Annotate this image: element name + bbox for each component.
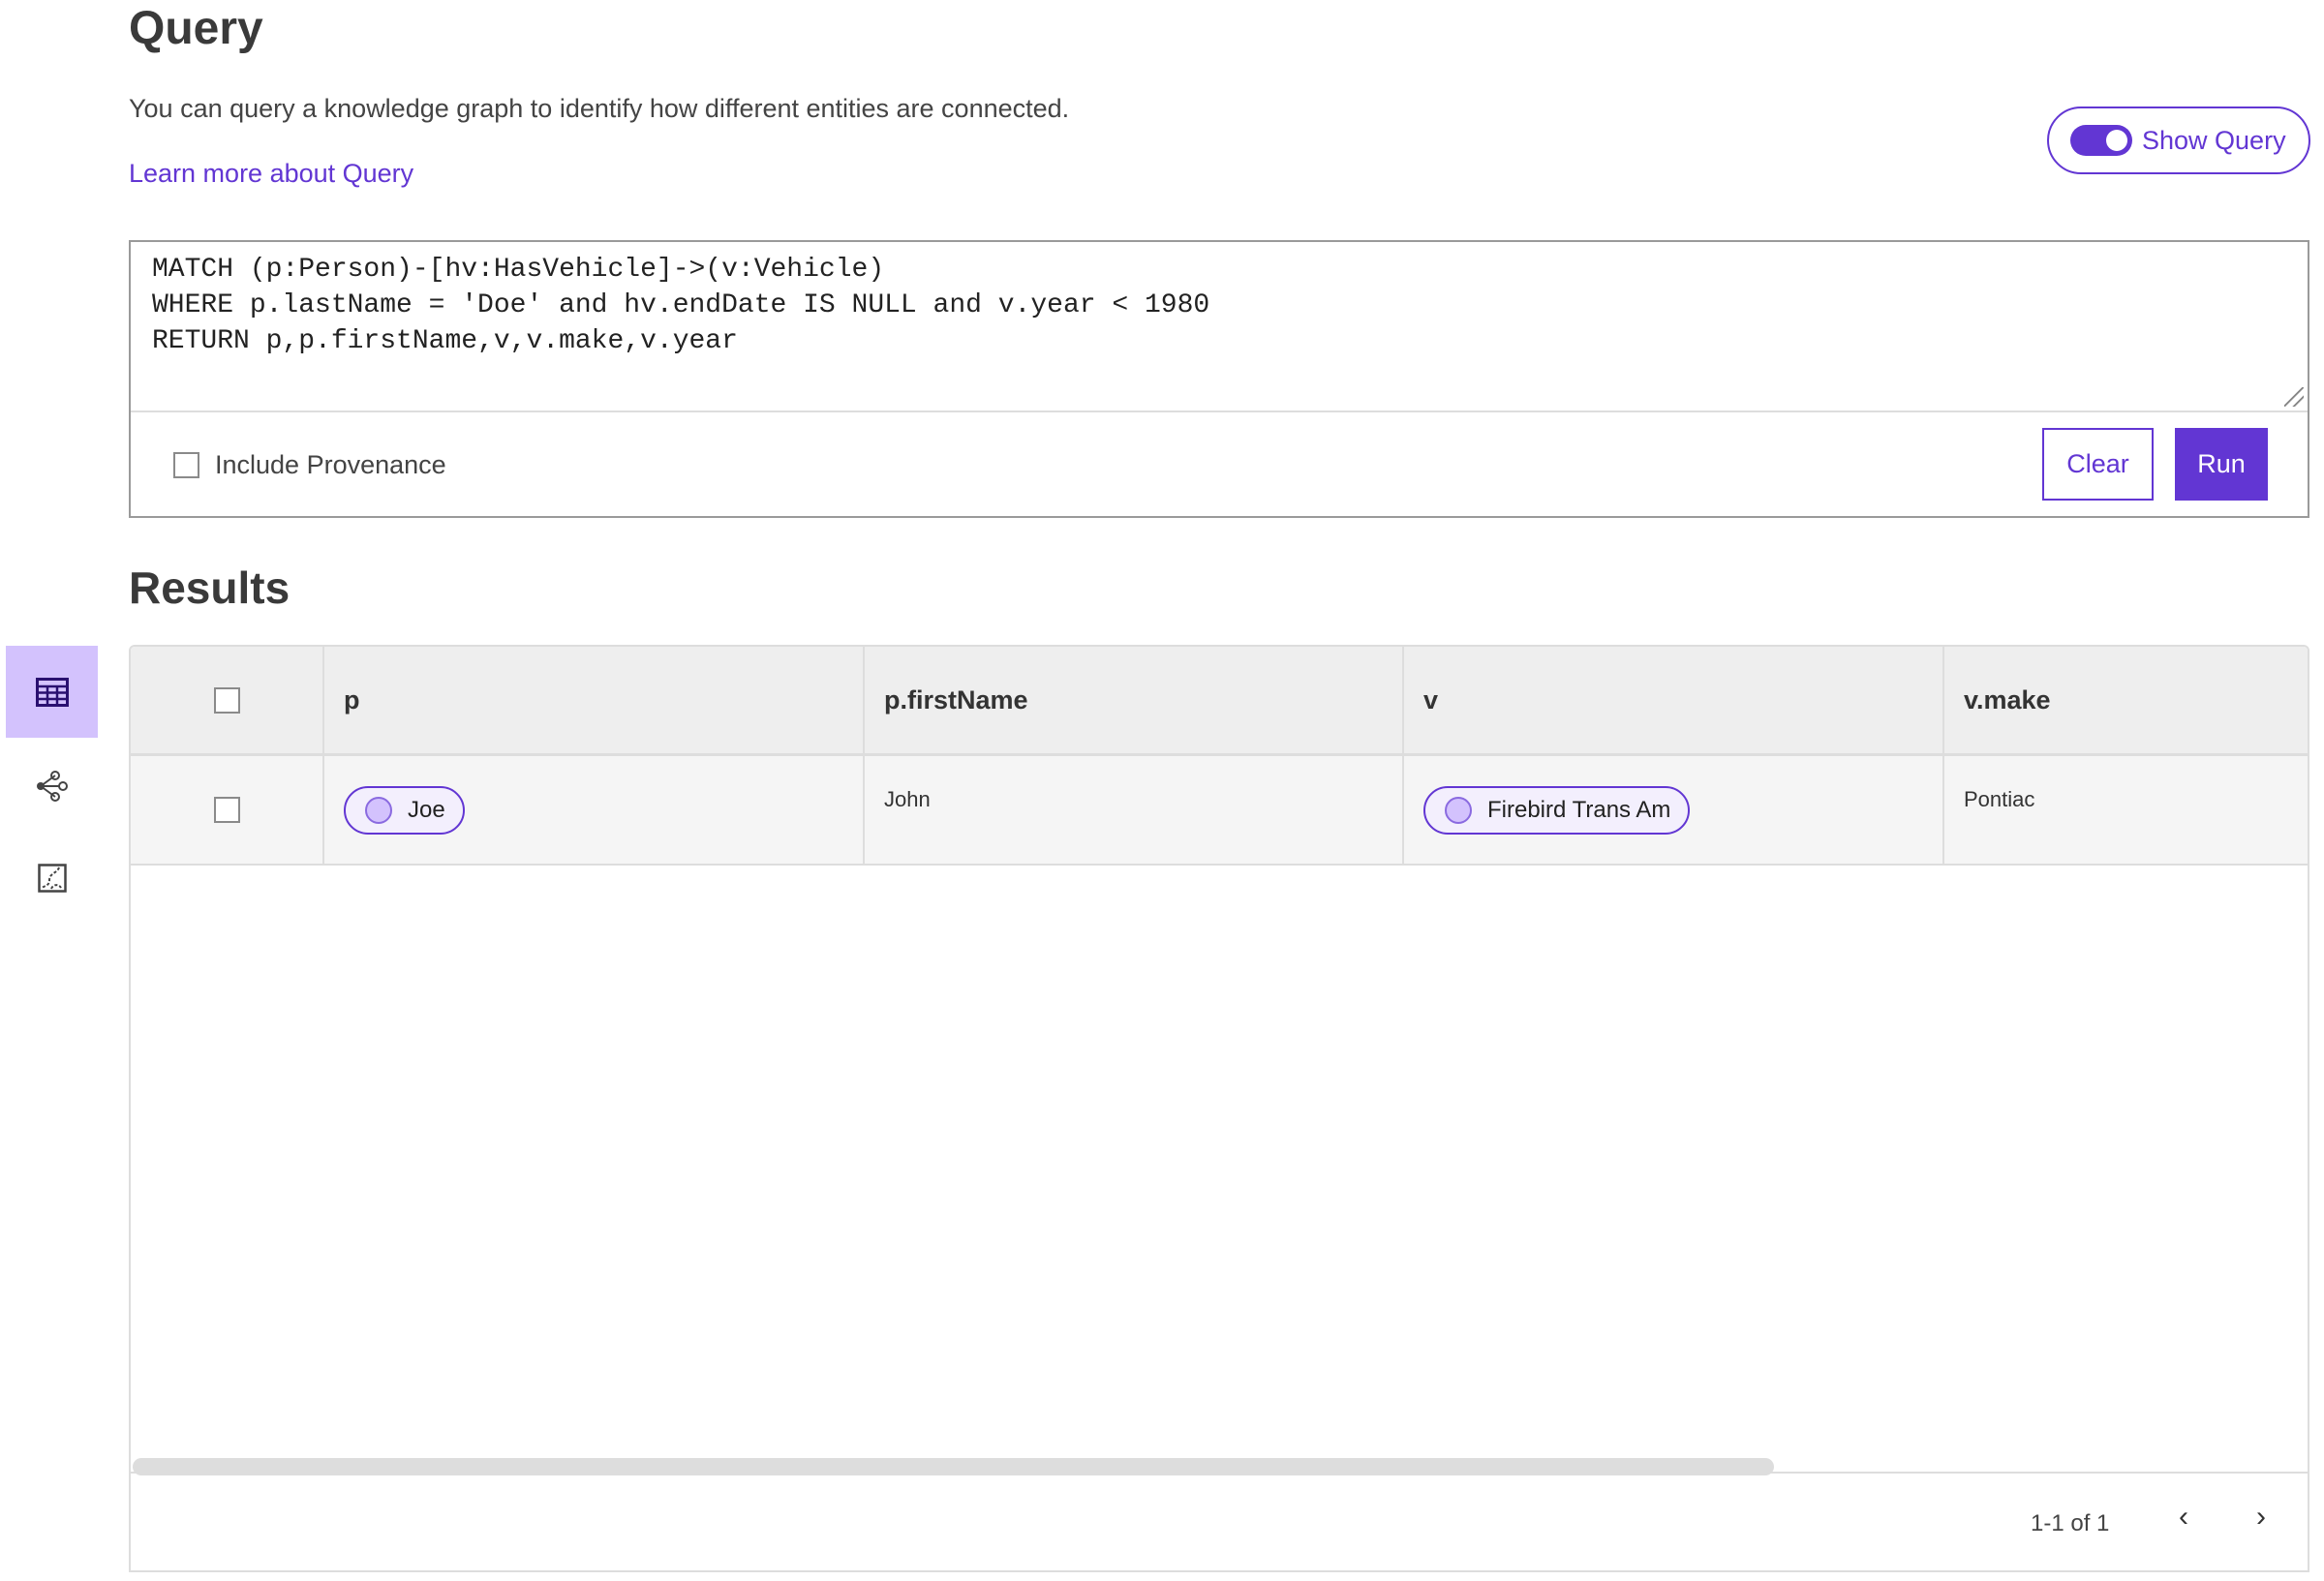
results-title: Results bbox=[129, 562, 290, 613]
column-header[interactable]: p.firstName bbox=[865, 647, 1404, 753]
node-icon bbox=[1445, 796, 1472, 824]
page-description: You can query a knowledge graph to ident… bbox=[129, 94, 1070, 123]
graph-view-button[interactable] bbox=[6, 740, 98, 832]
show-query-label: Show Query bbox=[2142, 125, 2286, 155]
learn-more-link[interactable]: Learn more about Query bbox=[129, 159, 413, 189]
include-provenance[interactable]: Include Provenance bbox=[173, 450, 446, 480]
prev-page-icon[interactable]: ‹ bbox=[2179, 1501, 2188, 1534]
table-view-button[interactable] bbox=[6, 646, 98, 738]
results-table: p p.firstName v v.make Joe John Firebird… bbox=[129, 645, 2309, 1572]
include-provenance-checkbox[interactable] bbox=[173, 452, 199, 478]
entity-chip[interactable]: Joe bbox=[344, 785, 465, 835]
toggle-switch[interactable] bbox=[2070, 125, 2132, 156]
cell-make: Pontiac bbox=[1964, 787, 2035, 811]
column-header[interactable]: p bbox=[324, 647, 865, 753]
table-header: p p.firstName v v.make bbox=[131, 647, 2308, 756]
graph-icon bbox=[36, 770, 68, 802]
run-button[interactable]: Run bbox=[2175, 428, 2268, 501]
chart-view-button[interactable] bbox=[6, 832, 98, 924]
query-panel: MATCH (p:Person)-[hv:HasVehicle]->(v:Veh… bbox=[129, 240, 2309, 518]
column-header[interactable]: v.make bbox=[1944, 647, 2308, 753]
show-query-toggle[interactable]: Show Query bbox=[2047, 106, 2310, 174]
cell-first-name: John bbox=[865, 756, 1404, 864]
include-provenance-label: Include Provenance bbox=[215, 450, 446, 479]
table-footer: 1-1 of 1 ‹ › bbox=[131, 1472, 2308, 1570]
entity-chip[interactable]: Firebird Trans Am bbox=[1423, 785, 1691, 835]
page-title: Query bbox=[129, 3, 263, 54]
row-checkbox[interactable] bbox=[213, 797, 240, 823]
clear-button[interactable]: Clear bbox=[2042, 428, 2154, 501]
table-row: Joe John Firebird Trans Am Pontiac bbox=[131, 756, 2308, 866]
node-icon bbox=[365, 796, 392, 824]
chart-icon bbox=[37, 863, 67, 893]
table-icon bbox=[35, 677, 69, 707]
resize-handle-icon[interactable] bbox=[2284, 387, 2304, 407]
query-editor[interactable]: MATCH (p:Person)-[hv:HasVehicle]->(v:Veh… bbox=[131, 242, 2308, 412]
column-header[interactable]: v bbox=[1404, 647, 1944, 753]
next-page-icon[interactable]: › bbox=[2256, 1501, 2266, 1534]
select-all-checkbox[interactable] bbox=[213, 686, 240, 714]
pagination-status: 1-1 of 1 bbox=[2031, 1510, 2110, 1536]
